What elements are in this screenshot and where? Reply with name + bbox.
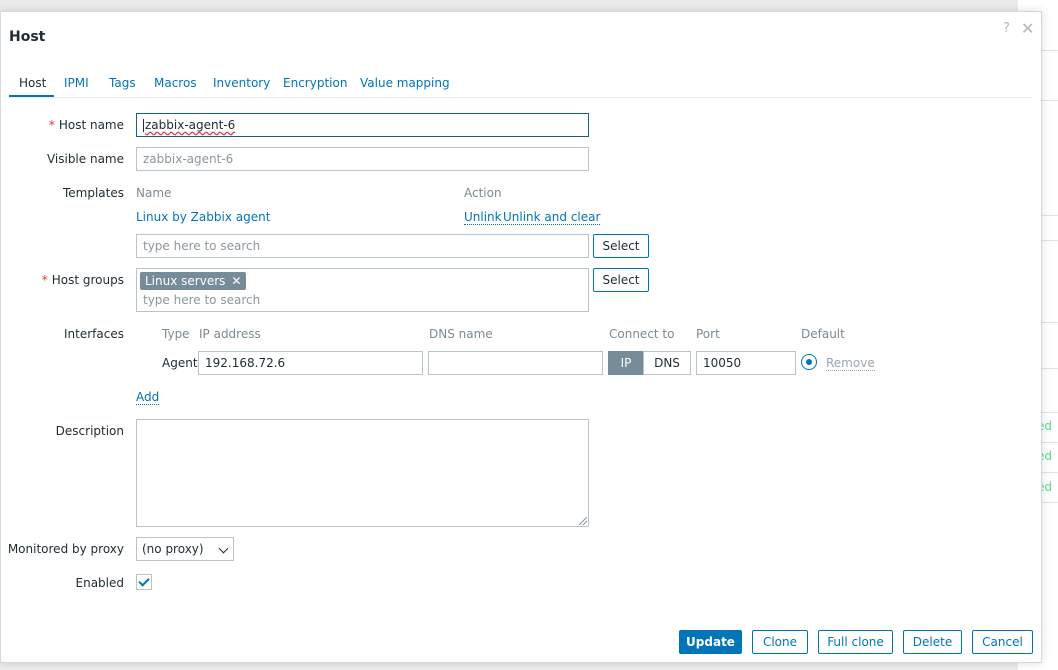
full-clone-button[interactable]: Full clone <box>818 630 893 654</box>
templates-search-placeholder: type here to search <box>143 239 261 253</box>
templates-col-name: Name <box>136 186 172 200</box>
templates-select-button[interactable]: Select <box>593 234 649 258</box>
resize-grip-icon[interactable] <box>579 517 587 525</box>
host-group-chip-label: Linux servers <box>145 274 226 288</box>
active-tab-indicator <box>9 95 54 97</box>
tab-host[interactable]: Host <box>19 76 46 90</box>
tab-inventory[interactable]: Inventory <box>213 76 270 90</box>
interface-remove-link[interactable]: Remove <box>826 356 875 371</box>
tab-tags[interactable]: Tags <box>109 76 136 90</box>
interfaces-col-port: Port <box>696 327 720 341</box>
host-name-value: zabbix-agent-6 <box>145 118 236 132</box>
tab-ipmi[interactable]: IPMI <box>64 76 89 90</box>
tab-value-mapping[interactable]: Value mapping <box>360 76 450 90</box>
clone-button[interactable]: Clone <box>752 630 808 654</box>
proxy-select-value: (no proxy) <box>142 542 204 556</box>
tab-macros[interactable]: Macros <box>154 76 197 90</box>
interface-default-radio[interactable] <box>801 354 817 370</box>
help-icon[interactable]: ? <box>1003 21 1010 36</box>
delete-button[interactable]: Delete <box>903 630 962 654</box>
interface-type: Agent <box>162 356 198 370</box>
host-groups-multiselect[interactable]: Linux servers ✕ type here to search <box>136 268 589 312</box>
interface-dns-input[interactable] <box>428 351 603 375</box>
add-interface-link[interactable]: Add <box>136 390 160 405</box>
required-marker: * <box>41 273 48 287</box>
interfaces-col-type: Type <box>162 327 190 341</box>
enabled-label: Enabled <box>75 576 125 590</box>
host-groups-select-button[interactable]: Select <box>593 268 649 292</box>
visible-name-input[interactable]: zabbix-agent-6 <box>136 147 589 171</box>
update-button[interactable]: Update <box>679 630 742 654</box>
host-groups-label-text: Host groups <box>51 273 124 287</box>
interface-port-input[interactable]: 10050 <box>696 351 796 375</box>
tab-encryption[interactable]: Encryption <box>283 76 347 90</box>
templates-col-action: Action <box>464 186 502 200</box>
templates-search-input[interactable]: type here to search <box>136 234 589 258</box>
interfaces-col-default: Default <box>801 327 845 341</box>
connect-to-dns-button[interactable]: DNS <box>643 351 691 375</box>
dialog-title: Host <box>9 29 46 45</box>
unlink-and-clear-link[interactable]: Unlink and clear <box>503 210 601 225</box>
interfaces-col-dns: DNS name <box>429 327 493 341</box>
templates-label: Templates <box>62 186 124 200</box>
description-textarea[interactable] <box>136 419 589 527</box>
proxy-label: Monitored by proxy <box>7 542 124 556</box>
description-label: Description <box>55 424 124 438</box>
visible-name-label: Visible name <box>46 152 124 166</box>
visible-name-placeholder: zabbix-agent-6 <box>143 152 234 166</box>
interfaces-col-connect: Connect to <box>609 327 675 341</box>
chip-remove-icon[interactable]: ✕ <box>231 274 241 288</box>
host-groups-label: * Host groups <box>42 273 124 287</box>
host-group-chip: Linux servers ✕ <box>140 272 247 290</box>
required-marker: * <box>48 118 55 132</box>
host-name-label-text: Host name <box>58 118 124 132</box>
connect-to-ip-button[interactable]: IP <box>608 351 644 375</box>
interface-ip-input[interactable]: 192.168.72.6 <box>198 351 423 375</box>
template-link[interactable]: Linux by Zabbix agent <box>136 210 270 224</box>
host-name-input[interactable]: zabbix-agent-6 <box>136 113 589 137</box>
host-name-label: * Host name <box>49 118 124 132</box>
proxy-select[interactable]: (no proxy) <box>136 537 234 561</box>
cancel-button[interactable]: Cancel <box>972 630 1033 654</box>
host-dialog: Host ? ✕ Host IPMI Tags Macros Inventory… <box>0 11 1042 663</box>
unlink-link[interactable]: Unlink <box>464 210 502 225</box>
check-icon <box>138 575 150 587</box>
close-icon[interactable]: ✕ <box>1021 19 1034 38</box>
text-caret <box>143 119 144 132</box>
chevron-down-icon <box>218 543 229 554</box>
tab-bar: Host IPMI Tags Macros Inventory Encrypti… <box>9 70 1033 98</box>
interfaces-col-ip: IP address <box>199 327 261 341</box>
interfaces-label: Interfaces <box>64 327 124 341</box>
enabled-checkbox[interactable] <box>136 574 152 590</box>
host-groups-search-placeholder[interactable]: type here to search <box>143 293 260 307</box>
